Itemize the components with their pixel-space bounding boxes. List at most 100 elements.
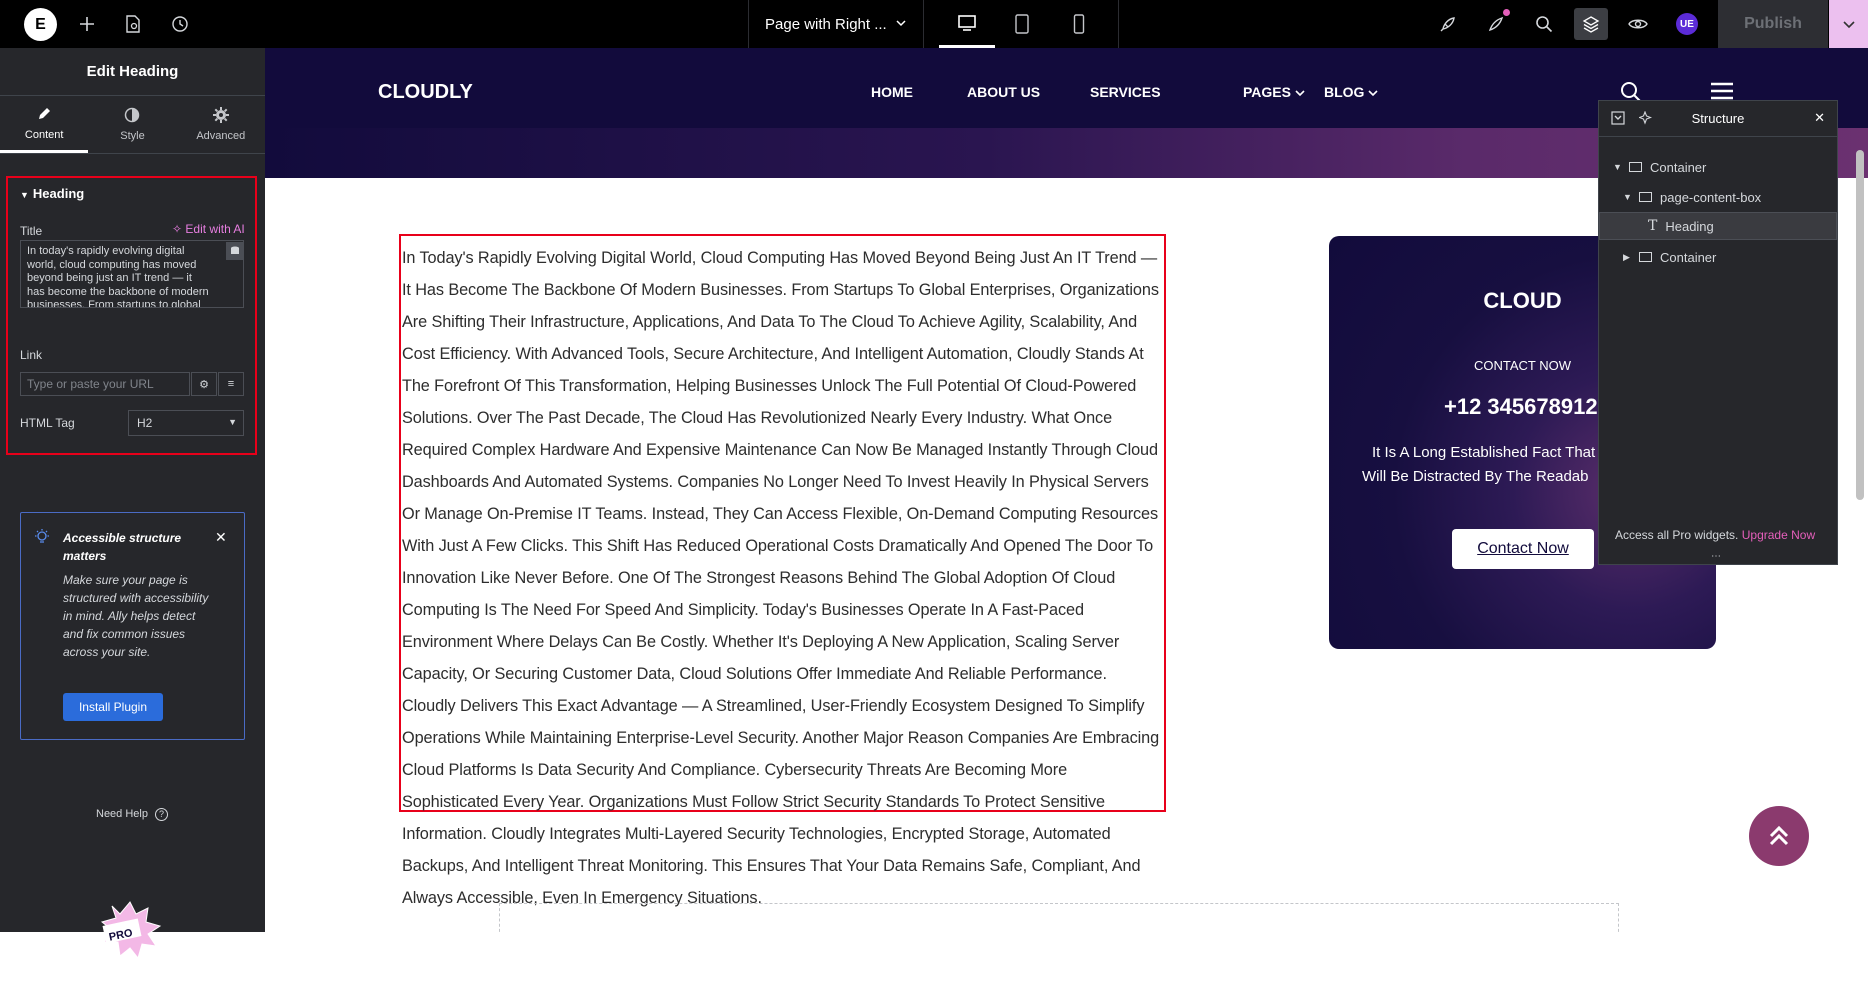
tab-content[interactable]: Content <box>0 96 89 153</box>
user-avatar[interactable]: UE <box>1676 13 1698 35</box>
structure-item-label: Container <box>1650 159 1707 175</box>
structure-item-container-2[interactable]: ▶ Container <box>1599 243 1837 271</box>
html-tag-label: HTML Tag <box>20 416 75 430</box>
pro-text: Access all Pro widgets. <box>1615 528 1739 542</box>
publish-options-button[interactable] <box>1829 0 1868 48</box>
collapse-all-icon[interactable] <box>1611 111 1625 128</box>
caret-down-icon: ▼ <box>1623 192 1632 202</box>
dynamic-tags-icon[interactable] <box>226 242 244 260</box>
section-toggle[interactable]: ▼ Heading <box>20 186 84 201</box>
elementor-logo[interactable]: E <box>24 8 57 41</box>
edit-ai-label: Edit with AI <box>185 222 245 236</box>
text-heading-icon: T <box>1648 218 1658 234</box>
contact-now-button[interactable]: Contact Now <box>1452 529 1594 569</box>
structure-item-container[interactable]: ▼ Container <box>1599 153 1837 181</box>
edit-with-ai-button[interactable]: ✧ Edit with AI <box>172 222 245 236</box>
need-help-link[interactable]: Need Help ? <box>96 808 169 821</box>
notification-dot <box>1503 9 1510 16</box>
rocket-icon[interactable] <box>1434 10 1462 38</box>
page-selector[interactable]: Page with Right ... <box>748 0 924 48</box>
chevron-down-icon <box>1295 84 1305 100</box>
publish-button[interactable]: Publish <box>1718 0 1828 48</box>
question-icon: ? <box>155 808 169 821</box>
link-dynamic-tags-icon[interactable]: ≡ <box>218 372 244 396</box>
resize-handle[interactable]: ⋯ <box>1711 551 1721 562</box>
menu-item-blog[interactable]: BLOG <box>1324 84 1378 100</box>
structure-title: Structure <box>1691 111 1745 126</box>
selected-heading-widget[interactable]: In Today's Rapidly Evolving Digital Worl… <box>399 234 1166 907</box>
install-plugin-button[interactable]: Install Plugin <box>63 693 163 721</box>
half-circle-icon <box>124 107 140 126</box>
menu-item-about[interactable]: ABOUT US <box>967 84 1040 100</box>
caret-down-icon: ▼ <box>20 190 29 200</box>
mobile-view-icon[interactable] <box>1051 0 1107 48</box>
site-logo[interactable]: CLOUDLY <box>378 81 473 104</box>
menu-item-home[interactable]: HOME <box>871 84 913 100</box>
tab-label: Content <box>24 128 64 141</box>
structure-header: Structure ✕ <box>1599 101 1837 137</box>
notice-title: Accessible structure matters <box>63 531 182 563</box>
add-element-icon[interactable] <box>73 10 101 38</box>
lightbulb-icon <box>35 529 49 550</box>
menu-label: BLOG <box>1324 84 1365 100</box>
chevron-down-icon <box>1368 84 1378 100</box>
close-icon[interactable]: ✕ <box>215 529 227 546</box>
page-settings-icon[interactable] <box>119 10 147 38</box>
heading-text: In Today's Rapidly Evolving Digital Worl… <box>402 249 1160 907</box>
toolbar-divider <box>1118 0 1119 48</box>
pencil-icon <box>36 106 52 125</box>
structure-item-label: Heading <box>1665 218 1714 234</box>
structure-layers-icon[interactable] <box>1574 8 1608 40</box>
page-name: Page with Right ... <box>765 15 887 33</box>
link-url-input[interactable]: Type or paste your URL <box>20 372 190 396</box>
panel-title: Edit Heading <box>0 48 265 96</box>
scroll-to-top-icon[interactable] <box>1749 806 1809 866</box>
heading-section: ▼ Heading Title ✧ Edit with AI In today's… <box>6 176 257 455</box>
menu-item-services[interactable]: SERVICES <box>1090 84 1161 100</box>
accessibility-notice: Accessible structure matters ✕ Make sure… <box>20 512 245 740</box>
history-icon[interactable] <box>166 10 194 38</box>
link-label: Link <box>20 348 43 362</box>
pro-promo-illustration: PRO <box>82 896 182 981</box>
structure-item-heading[interactable]: T Heading <box>1599 212 1837 240</box>
desktop-view-icon[interactable] <box>939 0 995 48</box>
structure-item-label: page-content-box <box>1660 189 1762 205</box>
gear-icon <box>212 107 229 126</box>
editor-topbar: E Page with Right ... UE Publish <box>0 0 1868 48</box>
structure-item-label: Container <box>1660 249 1717 265</box>
chevron-down-icon <box>895 16 907 33</box>
ai-sparkle-icon[interactable] <box>1637 110 1653 128</box>
caret-down-icon: ▼ <box>1613 162 1622 172</box>
tab-style[interactable]: Style <box>88 96 176 153</box>
close-icon[interactable]: ✕ <box>1814 110 1825 126</box>
section-title: Heading <box>32 186 85 201</box>
html-tag-select[interactable]: H2 ▼ <box>128 410 244 436</box>
caret-right-icon: ▶ <box>1623 251 1630 262</box>
help-label: Need Help <box>96 808 148 820</box>
tablet-view-icon[interactable] <box>994 0 1050 48</box>
search-icon[interactable] <box>1530 10 1558 38</box>
panel-tabs: Content Style Advanced <box>0 96 265 154</box>
menu-item-pages[interactable]: PAGES <box>1243 84 1305 100</box>
container-icon <box>1629 162 1642 172</box>
structure-panel: Structure ✕ ▼ Container ▼ page-content-b… <box>1598 100 1838 565</box>
tab-advanced[interactable]: Advanced <box>177 96 265 153</box>
ai-sparkle-icon: ✧ <box>172 222 183 236</box>
canvas-scrollbar[interactable] <box>1856 150 1864 500</box>
empty-drop-zone[interactable] <box>499 903 1619 932</box>
preview-eye-icon[interactable] <box>1624 10 1652 38</box>
container-icon <box>1639 252 1652 262</box>
structure-item-page-content-box[interactable]: ▼ page-content-box <box>1599 183 1837 211</box>
title-textarea[interactable]: In today's rapidly evolving digital worl… <box>20 240 244 308</box>
container-icon <box>1639 192 1652 202</box>
chevron-down-icon: ▼ <box>228 417 237 427</box>
pro-upsell-text: Access all Pro widgets. Upgrade Now <box>1615 528 1815 542</box>
editor-panel: Edit Heading Content Style Advanced ▼ Hea… <box>0 48 265 974</box>
upgrade-now-link[interactable]: Upgrade Now <box>1742 528 1815 542</box>
tab-label: Advanced <box>196 130 246 142</box>
menu-label: PAGES <box>1243 84 1291 100</box>
html-tag-value: H2 <box>137 416 153 430</box>
tab-label: Style <box>120 130 145 142</box>
title-label: Title <box>20 224 43 238</box>
link-options-gear-icon[interactable]: ⚙ <box>191 372 217 396</box>
